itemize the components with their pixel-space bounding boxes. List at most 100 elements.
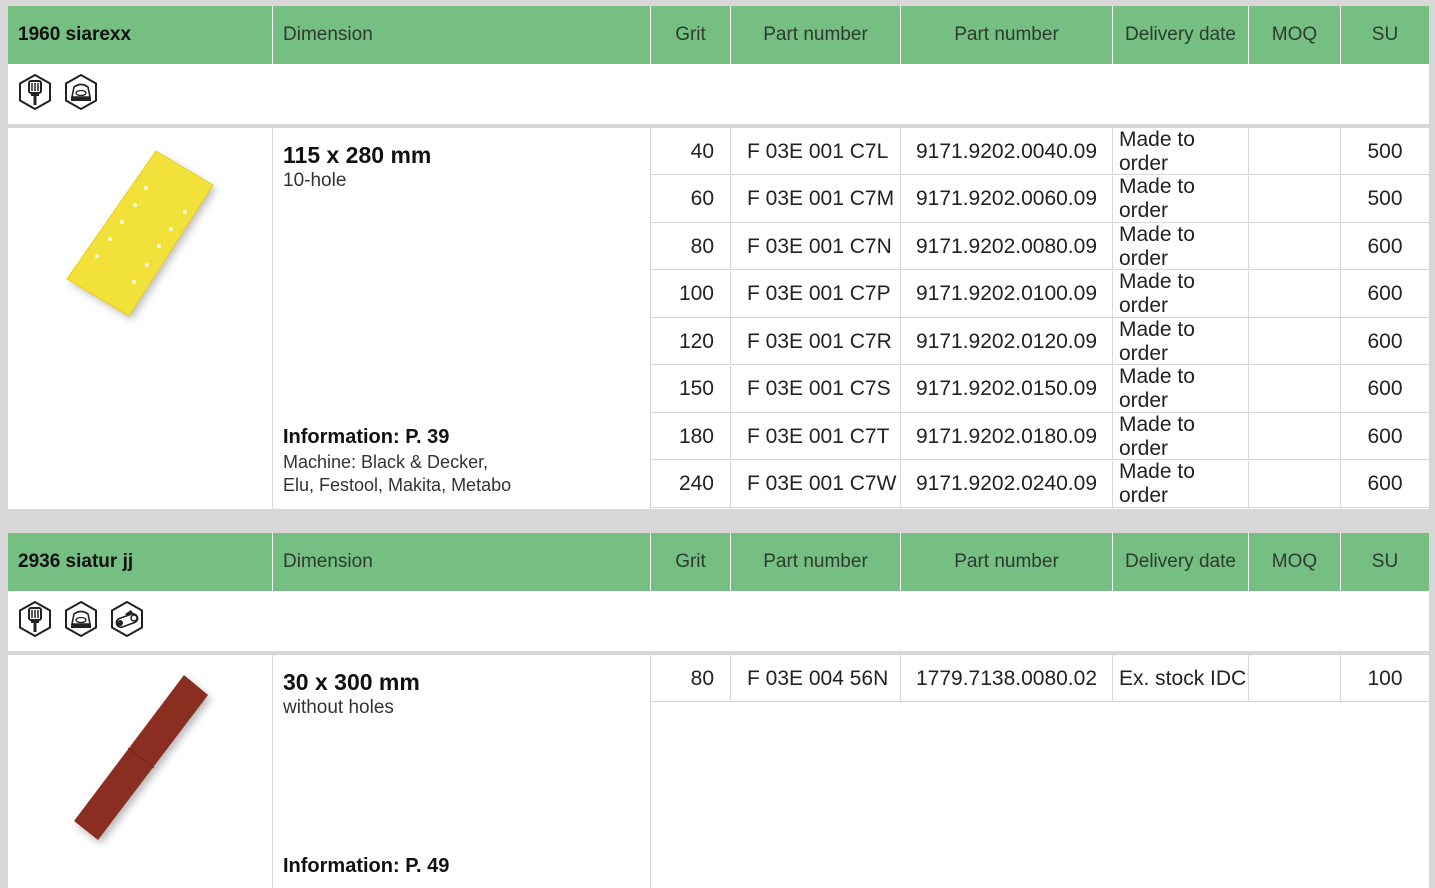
part-number-2-cell: 9171.9202.0100.09 (901, 270, 1113, 318)
su-cell: 500 (1367, 139, 1403, 163)
part-number-1-cell: F 03E 001 C7L (731, 128, 901, 175)
product-image-cell (8, 655, 273, 888)
header-part-number-2: Part number (901, 533, 1113, 591)
table-row: 240 F 03E 001 C7W 9171.9202.0240.09 Made to… (651, 460, 1429, 508)
hole-count: without holes (283, 697, 394, 718)
part-number-1-cell: F 03E 004 56N (731, 655, 901, 702)
sanding-machine-icon (63, 601, 99, 637)
header-dimension: Dimension (273, 6, 651, 64)
moq-cell (1249, 413, 1341, 460)
su-cell: 100 (1367, 666, 1403, 690)
delivery-date-cell: Ex. stock IDC (1113, 655, 1249, 702)
information-link[interactable]: Information: P. 39 (283, 426, 449, 449)
delivery-date-cell: Made to order (1113, 460, 1249, 508)
product-title: 1960 siarexx (8, 6, 273, 64)
table-row: 100 F 03E 001 C7P 9171.9202.0100.09 Made to… (651, 270, 1429, 318)
su-cell: 500 (1367, 187, 1403, 210)
delivery-date-cell: Made to order (1113, 128, 1249, 175)
table-header: 2936 siatur jj Dimension Grit Part numbe… (8, 533, 1429, 591)
header-delivery-date: Delivery date (1113, 6, 1249, 64)
header-grit: Grit (651, 533, 731, 591)
delivery-date-cell: Made to order (1113, 223, 1249, 270)
header-moq: MOQ (1249, 6, 1341, 64)
moq-cell (1249, 223, 1341, 270)
belt-sander-icon (109, 601, 145, 637)
moq-cell (1249, 318, 1341, 365)
su-cell: 600 (1367, 472, 1403, 495)
moq-cell (1249, 270, 1341, 318)
part-number-2-cell: 9171.9202.0060.09 (901, 175, 1113, 223)
dimension-value: 30 x 300 mm (283, 669, 420, 695)
moq-cell (1249, 365, 1341, 413)
part-number-2-cell: 9171.9202.0080.09 (901, 223, 1113, 270)
table-row: 80 F 03E 004 56N 1779.7138.0080.02 Ex. stoc… (651, 655, 1429, 702)
delivery-date-cell: Made to order (1113, 318, 1249, 365)
part-number-1-cell: F 03E 001 C7N (731, 223, 901, 270)
part-number-1-cell: F 03E 001 C7P (731, 270, 901, 318)
header-grit: Grit (651, 6, 731, 64)
header-delivery-date: Delivery date (1113, 533, 1249, 591)
hole-count: 10-hole (283, 170, 347, 191)
table-header: 1960 siarexx Dimension Grit Part number … (8, 6, 1429, 64)
dimension-value: 115 x 280 mm (283, 142, 432, 168)
part-number-2-cell: 9171.9202.0180.09 (901, 413, 1113, 460)
icon-row (8, 64, 1429, 128)
table-row: 40 F 03E 001 C7L 9171.9202.0040.09 Made to … (651, 128, 1429, 175)
header-moq: MOQ (1249, 533, 1341, 591)
header-su: SU (1371, 551, 1399, 572)
sanding-machine-icon (63, 74, 99, 110)
grit-cell: 60 (651, 175, 731, 223)
su-cell: 600 (1367, 282, 1403, 305)
information-link[interactable]: Information: P. 49 (283, 855, 449, 878)
machine-compatibility: Machine: Black & Decker, Elu, Festool, M… (283, 451, 643, 497)
description-cell: 115 x 280 mm 10-hole Information: P. 39 … (273, 128, 651, 509)
su-cell: 600 (1367, 234, 1403, 258)
description-cell: 30 x 300 mm without holes Information: P… (273, 655, 651, 888)
table-row: 150 F 03E 001 C7S 9171.9202.0150.09 Made to… (651, 365, 1429, 413)
su-cell: 600 (1367, 377, 1403, 400)
product-title: 2936 siatur jj (8, 533, 273, 591)
part-number-1-cell: F 03E 001 C7R (731, 318, 901, 365)
moq-cell (1249, 175, 1341, 223)
table-row: 120 F 03E 001 C7R 9171.9202.0120.09 Made to… (651, 318, 1429, 365)
header-part-number-1: Part number (731, 6, 901, 64)
yellow-10-hole-sanding-sheet-image (66, 150, 214, 317)
su-cell: 600 (1367, 424, 1403, 448)
delivery-date-cell: Made to order (1113, 270, 1249, 318)
part-number-2-cell: 9171.9202.0040.09 (901, 128, 1113, 175)
delivery-date-cell: Made to order (1113, 413, 1249, 460)
grit-cell: 80 (651, 223, 731, 270)
delivery-date-cell: Made to order (1113, 365, 1249, 413)
paint-brush-icon (17, 601, 53, 637)
moq-cell (1249, 128, 1341, 175)
grit-cell: 180 (651, 413, 731, 460)
part-number-2-cell: 9171.9202.0240.09 (901, 460, 1113, 508)
paint-brush-icon (17, 74, 53, 110)
moq-cell (1249, 460, 1341, 508)
header-dimension: Dimension (273, 533, 651, 591)
part-number-1-cell: F 03E 001 C7M (731, 175, 901, 223)
moq-cell (1249, 655, 1341, 702)
brown-sanding-strip-image (74, 675, 208, 840)
part-number-2-cell: 1779.7138.0080.02 (901, 655, 1113, 702)
product-section-siatur-jj: 2936 siatur jj Dimension Grit Part numbe… (8, 533, 1429, 888)
icon-row (8, 591, 1429, 655)
delivery-date-cell: Made to order (1113, 175, 1249, 223)
su-cell: 600 (1367, 329, 1403, 353)
grit-cell: 120 (651, 318, 731, 365)
machine-line: Elu, Festool, Makita, Metabo (283, 475, 512, 495)
table-row: 180 F 03E 001 C7T 9171.9202.0180.09 Made to… (651, 413, 1429, 460)
grit-cell: 80 (651, 655, 731, 702)
product-section-siarexx: 1960 siarexx Dimension Grit Part number … (8, 6, 1429, 509)
part-number-1-cell: F 03E 001 C7T (731, 413, 901, 460)
table-row: 80 F 03E 001 C7N 9171.9202.0080.09 Made to … (651, 223, 1429, 270)
machine-line: Machine: Black & Decker, (283, 452, 489, 472)
part-number-1-cell: F 03E 001 C7W (731, 460, 901, 508)
header-part-number-2: Part number (901, 6, 1113, 64)
part-number-2-cell: 9171.9202.0150.09 (901, 365, 1113, 413)
header-su: SU (1371, 24, 1399, 45)
part-number-2-cell: 9171.9202.0120.09 (901, 318, 1113, 365)
grit-cell: 240 (651, 460, 731, 508)
product-image-cell (8, 128, 273, 509)
grit-cell: 100 (651, 270, 731, 318)
